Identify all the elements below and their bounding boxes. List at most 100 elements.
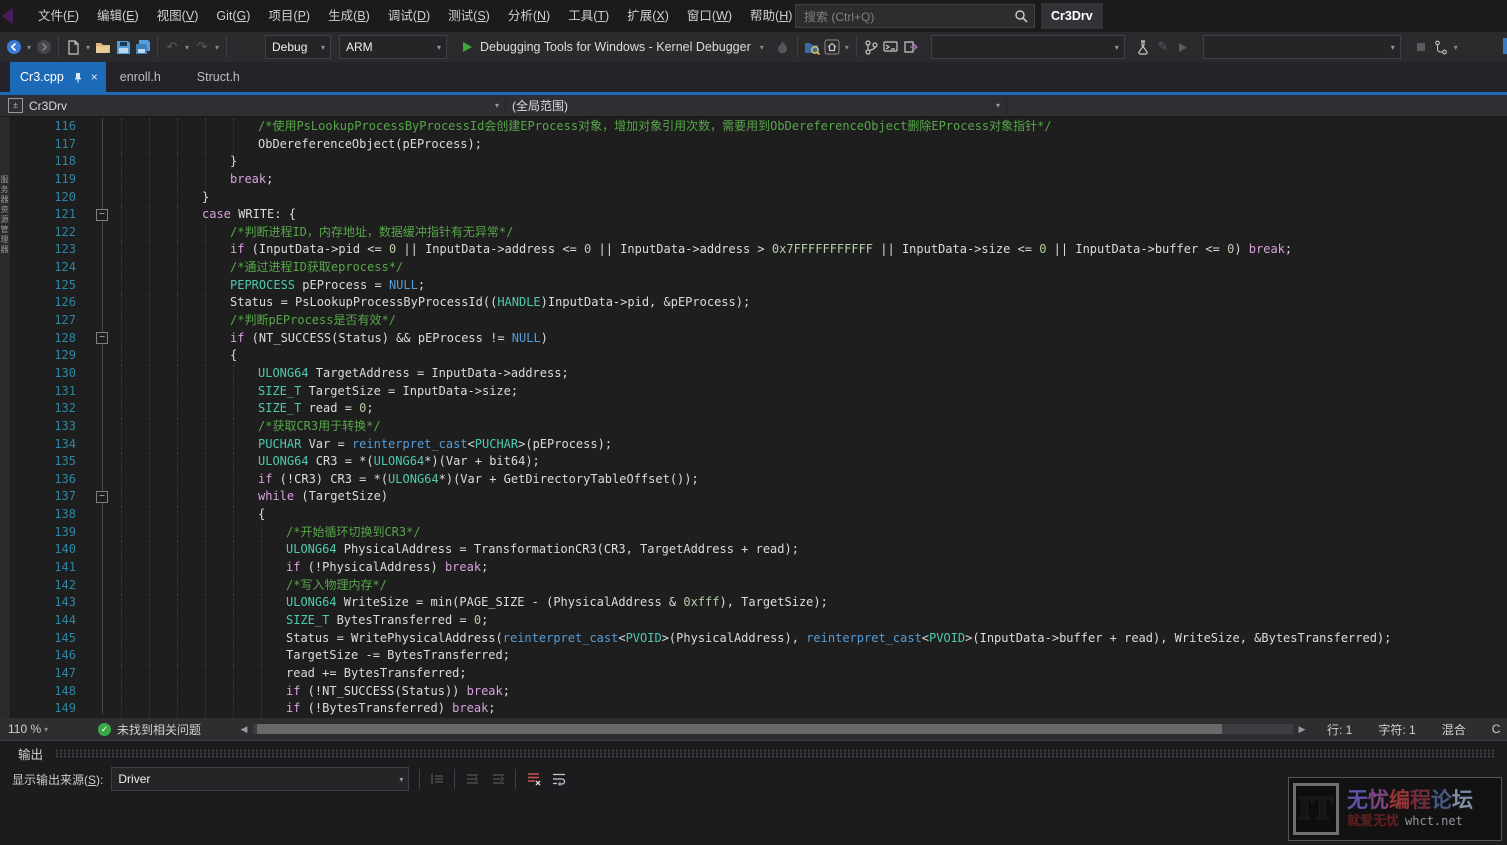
menu-item-h[interactable]: 帮助(H) bbox=[741, 0, 801, 32]
search-icon[interactable] bbox=[1014, 9, 1028, 23]
next-message-icon[interactable] bbox=[485, 768, 511, 790]
menu-item-p[interactable]: 项目(P) bbox=[259, 0, 319, 32]
code-line[interactable]: /*写入物理内存*/ bbox=[112, 577, 1507, 595]
code-line[interactable]: while (TargetSize) bbox=[112, 488, 1507, 506]
menu-item-n[interactable]: 分析(N) bbox=[499, 0, 559, 32]
code-line[interactable]: /*使用PsLookupProcessByProcessId会创建EProces… bbox=[112, 118, 1507, 136]
menu-item-w[interactable]: 窗口(W) bbox=[678, 0, 741, 32]
toolbar-combo-empty-2[interactable]: ▾ bbox=[1203, 35, 1401, 59]
tab-struct-h[interactable]: Struct.h bbox=[183, 62, 262, 92]
redo-dropdown[interactable]: ▾ bbox=[212, 43, 222, 52]
solution-name-badge[interactable]: Cr3Drv bbox=[1041, 3, 1103, 29]
send-to-icon[interactable] bbox=[901, 36, 921, 58]
code-line[interactable]: } bbox=[112, 153, 1507, 171]
scroll-left-arrow[interactable]: ◀ bbox=[237, 724, 251, 735]
solution-platform-combo[interactable]: ARM ▾ bbox=[339, 35, 447, 59]
fold-collapse-box[interactable]: − bbox=[96, 332, 108, 344]
save-button[interactable] bbox=[113, 36, 133, 58]
feedback-console-icon[interactable] bbox=[881, 36, 901, 58]
scrollbar-thumb[interactable] bbox=[257, 724, 1222, 734]
close-icon[interactable]: × bbox=[91, 70, 98, 84]
horizontal-scrollbar[interactable] bbox=[253, 724, 1293, 734]
undo-button[interactable]: ↶ bbox=[162, 36, 182, 58]
code-line[interactable]: case WRITE: { bbox=[112, 206, 1507, 224]
previous-message-icon[interactable] bbox=[459, 768, 485, 790]
undo-dropdown[interactable]: ▾ bbox=[182, 43, 192, 52]
word-wrap-icon[interactable] bbox=[546, 768, 572, 790]
code-line[interactable]: if (!BytesTransferred) break; bbox=[112, 700, 1507, 718]
code-line[interactable]: SIZE_T read = 0; bbox=[112, 400, 1507, 418]
test-flask-icon[interactable] bbox=[1133, 36, 1153, 58]
code-line[interactable]: ULONG64 PhysicalAddress = Transformation… bbox=[112, 541, 1507, 559]
new-file-dropdown[interactable]: ▾ bbox=[83, 43, 93, 52]
code-line[interactable]: SIZE_T BytesTransferred = 0; bbox=[112, 612, 1507, 630]
scope-dropdown[interactable]: (全局范围) ▾ bbox=[506, 95, 1006, 117]
panel-drag-grip[interactable] bbox=[55, 749, 1495, 758]
debug-target-dropdown[interactable]: ▾ bbox=[757, 43, 767, 52]
menu-item-x[interactable]: 扩展(X) bbox=[618, 0, 678, 32]
code-line[interactable]: /*通过进程ID获取eprocess*/ bbox=[112, 259, 1507, 277]
code-line[interactable]: TargetSize -= BytesTransferred; bbox=[112, 647, 1507, 665]
menu-item-s[interactable]: 测试(S) bbox=[439, 0, 499, 32]
line-indicator[interactable]: 行: 1 bbox=[1327, 721, 1352, 738]
fold-collapse-box[interactable]: − bbox=[96, 209, 108, 221]
stop-disabled-icon[interactable] bbox=[1411, 36, 1431, 58]
code-line[interactable]: { bbox=[112, 506, 1507, 524]
toolbar-combo-empty-1[interactable]: ▾ bbox=[931, 35, 1125, 59]
code-line[interactable]: if (!PhysicalAddress) break; bbox=[112, 559, 1507, 577]
code-line[interactable]: if (InputData->pid <= 0 || InputData->ad… bbox=[112, 241, 1507, 259]
open-file-button[interactable] bbox=[93, 36, 113, 58]
pin-icon[interactable] bbox=[73, 72, 83, 83]
tab-cr3-cpp[interactable]: Cr3.cpp× bbox=[10, 62, 106, 92]
navigate-back-dropdown[interactable]: ▾ bbox=[24, 43, 34, 52]
code-line[interactable]: read += BytesTransferred; bbox=[112, 665, 1507, 683]
code-line[interactable]: if (!NT_SUCCESS(Status)) break; bbox=[112, 683, 1507, 701]
start-debugging-button[interactable]: Debugging Tools for Windows - Kernel Deb… bbox=[461, 35, 767, 59]
menu-item-b[interactable]: 生成(B) bbox=[319, 0, 379, 32]
code-line[interactable]: /*判断进程ID，内存地址，数据缓冲指针有无异常*/ bbox=[112, 224, 1507, 242]
toolbar-overflow-handle[interactable] bbox=[1503, 38, 1507, 54]
redo-button[interactable]: ↷ bbox=[192, 36, 212, 58]
code-line[interactable]: if (!CR3) CR3 = *(ULONG64*)(Var + GetDir… bbox=[112, 471, 1507, 489]
code-line[interactable]: /*获取CR3用于转换*/ bbox=[112, 418, 1507, 436]
output-content[interactable] bbox=[0, 793, 1507, 843]
code-line[interactable]: ObDereferenceObject(pEProcess); bbox=[112, 136, 1507, 154]
git-branch-icon[interactable] bbox=[861, 36, 881, 58]
code-line[interactable]: SIZE_T TargetSize = InputData->size; bbox=[112, 383, 1507, 401]
search-box[interactable]: 搜索 (Ctrl+Q) bbox=[795, 4, 1035, 28]
collapsed-tool-window-strip[interactable]: 服务器资源管理器 bbox=[0, 117, 11, 718]
health-check-icon[interactable]: ✓ bbox=[98, 723, 111, 736]
code-line[interactable]: ULONG64 CR3 = *(ULONG64*)(Var + bit64); bbox=[112, 453, 1507, 471]
home-dropdown[interactable]: ▾ bbox=[842, 43, 852, 52]
code-line[interactable]: { bbox=[112, 347, 1507, 365]
solution-configuration-combo[interactable]: Debug ▾ bbox=[265, 35, 331, 59]
menu-item-e[interactable]: 编辑(E) bbox=[88, 0, 148, 32]
code-line[interactable]: ULONG64 TargetAddress = InputData->addre… bbox=[112, 365, 1507, 383]
project-dropdown[interactable]: ± Cr3Drv ▾ bbox=[0, 95, 505, 117]
column-indicator[interactable]: 字符: 1 bbox=[1378, 721, 1415, 738]
navigate-back-button[interactable] bbox=[4, 36, 24, 58]
code-line[interactable]: Status = PsLookupProcessByProcessId((HAN… bbox=[112, 294, 1507, 312]
menu-item-f[interactable]: 文件(F) bbox=[29, 0, 88, 32]
new-file-button[interactable] bbox=[63, 36, 83, 58]
code-editor[interactable]: 服务器资源管理器 1161171181191201211221231241251… bbox=[0, 117, 1507, 718]
find-in-files-icon[interactable] bbox=[802, 36, 822, 58]
menu-item-g[interactable]: Git(G) bbox=[207, 0, 259, 32]
compare-branch-icon[interactable] bbox=[1431, 36, 1451, 58]
clear-all-icon[interactable] bbox=[520, 768, 546, 790]
run-disabled-icon[interactable] bbox=[1173, 36, 1193, 58]
compare-branch-dropdown[interactable]: ▾ bbox=[1451, 43, 1461, 52]
scroll-right-arrow[interactable]: ▶ bbox=[1295, 724, 1309, 735]
code-line[interactable]: if (NT_SUCCESS(Status) && pEProcess != N… bbox=[112, 330, 1507, 348]
menu-item-v[interactable]: 视图(V) bbox=[148, 0, 208, 32]
edit-pencil-icon[interactable]: ✎ bbox=[1153, 36, 1173, 58]
code-line[interactable]: PUCHAR Var = reinterpret_cast<PUCHAR>(pE… bbox=[112, 436, 1507, 454]
line-ending-indicator[interactable]: 混合 bbox=[1442, 721, 1466, 738]
code-line[interactable]: /*判断pEProcess是否有效*/ bbox=[112, 312, 1507, 330]
home-icon[interactable] bbox=[822, 36, 842, 58]
zoom-selector[interactable]: 110 % ▾ bbox=[8, 722, 70, 736]
code-line[interactable]: ULONG64 WriteSize = min(PAGE_SIZE - (Phy… bbox=[112, 594, 1507, 612]
code-line[interactable]: } bbox=[112, 189, 1507, 207]
find-message-icon[interactable] bbox=[424, 768, 450, 790]
code-line[interactable]: /*开始循环切换到CR3*/ bbox=[112, 524, 1507, 542]
